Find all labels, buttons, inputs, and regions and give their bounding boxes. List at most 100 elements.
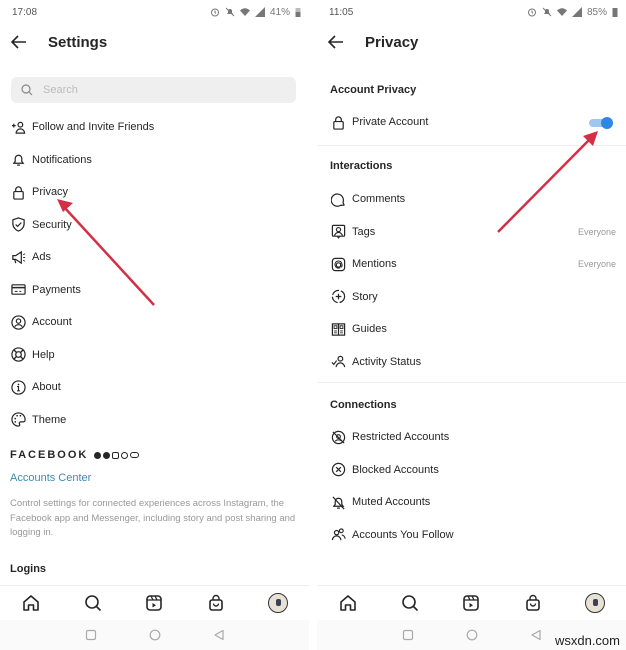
back-nav-button[interactable] (529, 628, 543, 642)
search-input[interactable] (43, 84, 263, 96)
info-icon (10, 380, 26, 395)
section-divider (317, 145, 626, 146)
connections-title: Connections (330, 399, 397, 411)
logins-section-title: Logins (10, 563, 47, 575)
settings-screen: 17:08 41% Settings Follow and Invite Fri… (0, 0, 309, 650)
tab-profile[interactable] (267, 592, 289, 614)
tab-profile[interactable] (584, 592, 606, 614)
reels-icon (146, 594, 163, 611)
menu-item-help[interactable]: Help (10, 339, 309, 372)
bottom-tab-bar (317, 585, 626, 619)
battery-percent: 41% (269, 6, 290, 18)
bell-icon (12, 155, 24, 166)
recents-button[interactable] (84, 628, 98, 642)
interaction-item-guides[interactable]: Guides (330, 313, 626, 346)
tab-shop[interactable] (522, 592, 544, 614)
page-header: Settings (10, 30, 107, 54)
item-value: Everyone (577, 226, 616, 237)
item-label: Blocked Accounts (352, 463, 439, 476)
item-label: Comments (352, 193, 406, 206)
interaction-item-comments[interactable]: Comments (330, 183, 626, 216)
menu-item-label: Security (32, 218, 72, 231)
back-button[interactable] (10, 33, 28, 51)
menu-item-label: Notifications (32, 153, 92, 166)
private-account-row[interactable]: Private Account (330, 106, 626, 139)
menu-item-label: Account (32, 316, 72, 329)
page-title: Privacy (365, 33, 419, 51)
watermark: wsxdn.com (554, 633, 620, 648)
item-label: Tags (352, 225, 376, 238)
menu-item-about[interactable]: About (10, 371, 309, 404)
activity-status-icon (331, 355, 345, 368)
back-nav-button[interactable] (212, 628, 226, 642)
tab-search[interactable] (399, 592, 421, 614)
interactions-title: Interactions (330, 160, 393, 172)
menu-item-payments[interactable]: Payments (10, 274, 309, 307)
item-value: Everyone (577, 259, 616, 270)
mute-bell-icon (225, 7, 235, 17)
arrow-left-icon (328, 35, 343, 49)
facebook-section-header: FACEBOOK (10, 449, 140, 461)
interaction-item-story[interactable]: Story (330, 281, 626, 314)
recents-button[interactable] (401, 628, 415, 642)
menu-item-theme[interactable]: Theme (10, 404, 309, 437)
alarm-icon (210, 8, 219, 17)
arrow-left-icon (11, 35, 26, 49)
instagram-icon (112, 451, 120, 459)
search-bar[interactable] (11, 77, 296, 103)
connections-list: Restricted Accounts Blocked Accounts Mut… (330, 421, 626, 551)
wifi-icon (556, 8, 567, 16)
card-icon (10, 284, 26, 296)
home-icon (340, 594, 356, 611)
accounts-center-description: Control settings for connected experienc… (10, 498, 296, 538)
tab-home[interactable] (20, 592, 42, 614)
menu-item-label: Payments (32, 283, 81, 296)
palette-icon (10, 412, 26, 427)
page-title: Settings (48, 33, 108, 51)
at-sign-icon (331, 257, 345, 271)
account-privacy-title: Account Privacy (330, 84, 417, 96)
home-nav-button[interactable] (148, 628, 162, 642)
connection-item-blocked[interactable]: Blocked Accounts (330, 454, 626, 487)
item-label: Restricted Accounts (352, 431, 450, 444)
shop-bag-icon (526, 594, 541, 611)
people-icon (331, 528, 346, 541)
menu-item-notifications[interactable]: Notifications (10, 144, 309, 177)
story-add-icon (331, 290, 345, 304)
menu-item-label: Privacy (32, 186, 69, 199)
comment-icon (330, 193, 345, 207)
portal-icon (130, 451, 140, 458)
connection-item-restricted[interactable]: Restricted Accounts (330, 421, 626, 454)
menu-item-ads[interactable]: Ads (10, 241, 309, 274)
interaction-item-tags[interactable]: Tags Everyone (330, 216, 626, 249)
search-icon (21, 84, 33, 96)
search-icon (84, 594, 101, 611)
tab-reels[interactable] (460, 592, 482, 614)
bottom-tab-bar (0, 585, 309, 619)
privacy-screen: 11:05 85% Privacy Account Privacy Privat… (317, 0, 626, 650)
connection-item-following[interactable]: Accounts You Follow (330, 519, 626, 552)
battery-percent: 85% (586, 6, 607, 18)
circle-icon (149, 629, 160, 641)
interaction-item-activity-status[interactable]: Activity Status (330, 346, 626, 379)
private-account-toggle[interactable] (589, 117, 613, 129)
tab-home[interactable] (337, 592, 359, 614)
alarm-icon (527, 8, 536, 17)
tab-reels[interactable] (143, 592, 165, 614)
status-time: 17:08 (12, 6, 38, 18)
back-button[interactable] (327, 33, 345, 51)
menu-item-security[interactable]: Security (10, 209, 309, 242)
connection-item-muted[interactable]: Muted Accounts (330, 486, 626, 519)
tab-search[interactable] (82, 592, 104, 614)
menu-item-account[interactable]: Account (10, 306, 309, 339)
battery-icon (612, 8, 618, 17)
interaction-item-mentions[interactable]: Mentions Everyone (330, 248, 626, 281)
menu-item-privacy[interactable]: Privacy (10, 176, 309, 209)
menu-item-follow-invite[interactable]: Follow and Invite Friends (10, 111, 309, 144)
tab-shop[interactable] (205, 592, 227, 614)
accounts-center-link[interactable]: Accounts Center (10, 472, 91, 484)
private-account-label: Private Account (352, 116, 429, 129)
home-nav-button[interactable] (465, 628, 479, 642)
page-header: Privacy (327, 30, 418, 54)
mute-bell-icon (542, 7, 552, 17)
